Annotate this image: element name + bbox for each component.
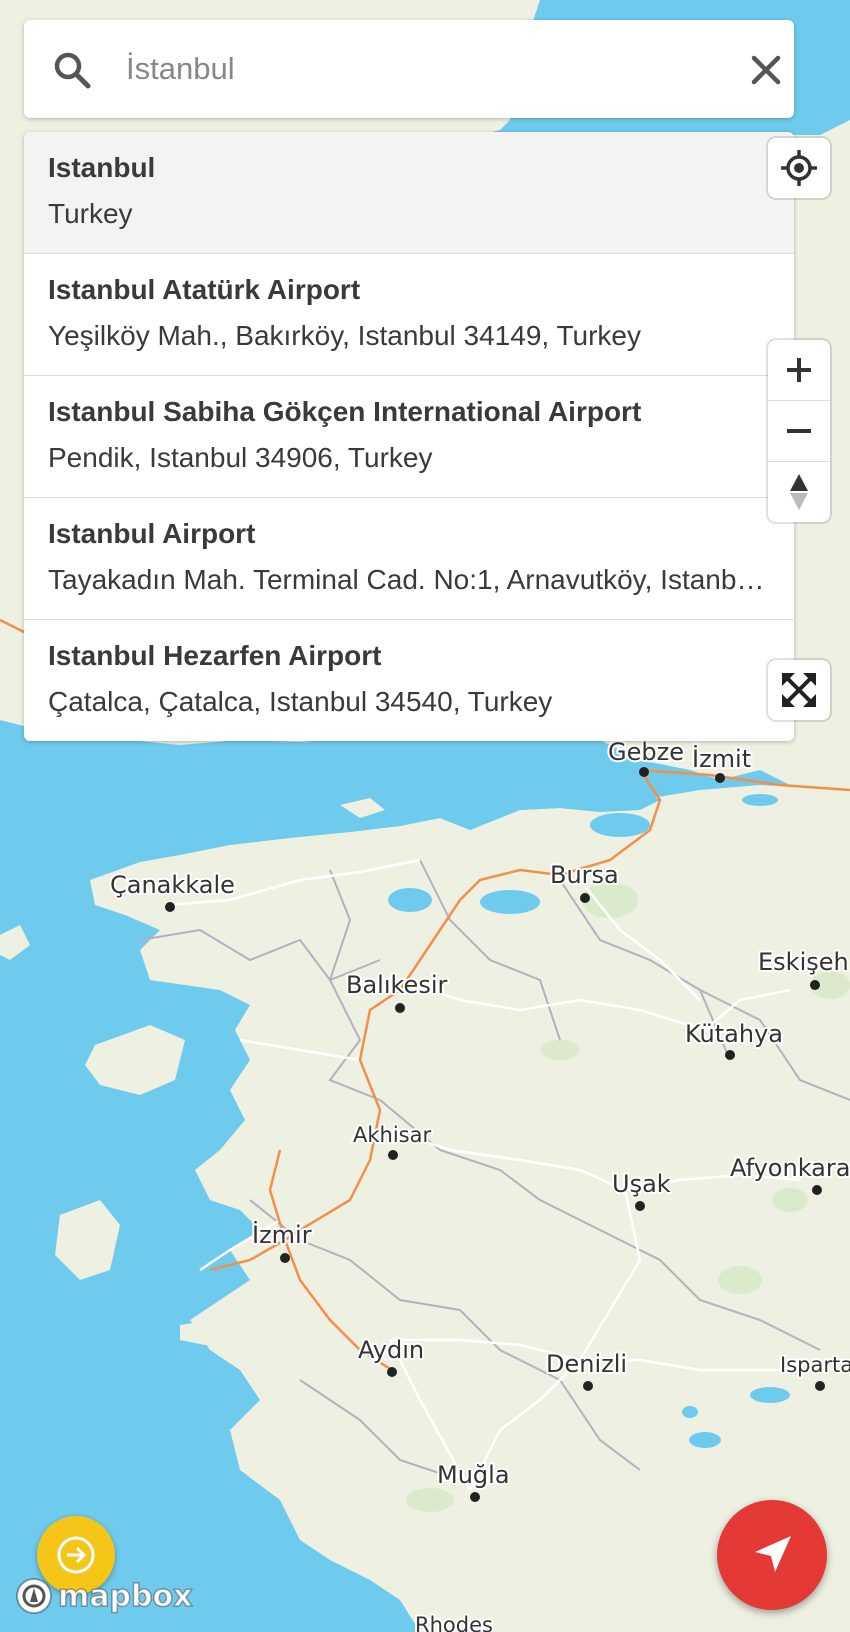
- search-result-item[interactable]: Istanbul Hezarfen Airport Çatalca, Çatal…: [24, 620, 794, 741]
- zoom-control: [768, 340, 830, 522]
- search-icon: [54, 52, 91, 89]
- city-label-bursa: Bursa: [550, 861, 619, 889]
- mapbox-icon: [16, 1578, 52, 1614]
- result-address: Çatalca, Çatalca, Istanbul 34540, Turkey: [48, 686, 553, 717]
- city-dot-eskisehir: [810, 980, 820, 990]
- navigate-button[interactable]: [717, 1500, 827, 1610]
- lake-manyas: [388, 888, 432, 912]
- city-label-mugla: Muğla: [437, 1461, 510, 1489]
- result-title: Istanbul Atatürk Airport: [48, 274, 361, 305]
- search-input[interactable]: [126, 44, 716, 94]
- lake-uluabat: [480, 890, 540, 914]
- result-title: Istanbul: [48, 152, 156, 183]
- city-dot-gebze: [639, 767, 649, 777]
- minus-icon: [787, 429, 811, 433]
- compass-icon: [790, 474, 808, 510]
- city-dot-mugla: [470, 1492, 480, 1502]
- lake-iznik: [590, 813, 650, 837]
- geolocate-button[interactable]: [768, 138, 830, 198]
- search-bar: [24, 20, 794, 118]
- city-label-balikesir: Balıkesir: [346, 971, 447, 999]
- city-label-usak: Uşak: [612, 1170, 671, 1198]
- search-result-item[interactable]: Istanbul Turkey: [24, 132, 794, 254]
- city-dot-balikesir: [395, 1003, 405, 1013]
- city-label-eskisehir: Eskişeh: [758, 948, 849, 976]
- fullscreen-button[interactable]: [768, 660, 830, 720]
- navigation-arrow-icon: [755, 1536, 791, 1572]
- fullscreen-icon: [782, 673, 816, 707]
- fullscreen-control: [768, 660, 830, 720]
- result-title: Istanbul Airport: [48, 518, 256, 549]
- search-result-item[interactable]: Istanbul Airport Tayakadın Mah. Terminal…: [24, 498, 794, 620]
- result-title: Istanbul Sabiha Gökçen International Air…: [48, 396, 642, 427]
- city-dot-akhisar: [388, 1150, 398, 1160]
- mapbox-wordmark: mapbox: [57, 1578, 193, 1615]
- close-icon[interactable]: [746, 50, 786, 90]
- city-dot-canakkale: [165, 902, 175, 912]
- city-label-aydin: Aydın: [358, 1336, 424, 1364]
- city-label-izmir: İzmir: [252, 1220, 312, 1249]
- lake-salda: [682, 1406, 698, 1418]
- geolocate-control: [768, 138, 830, 198]
- result-address: Turkey: [48, 198, 133, 229]
- city-label-izmit: İzmit: [692, 744, 751, 773]
- result-address: Tayakadın Mah. Terminal Cad. No:1, Arnav…: [48, 564, 768, 595]
- city-label-kutahya: Kütahya: [685, 1020, 783, 1048]
- search-result-item[interactable]: Istanbul Atatürk Airport Yeşilköy Mah., …: [24, 254, 794, 376]
- lake-burdur: [689, 1432, 721, 1448]
- mapbox-logo[interactable]: mapbox: [14, 1574, 193, 1618]
- city-dot-afyon: [812, 1185, 822, 1195]
- zoom-out-button[interactable]: [768, 401, 830, 462]
- search-results-list: Istanbul Turkey Istanbul Atatürk Airport…: [24, 132, 794, 741]
- plus-icon: [787, 358, 811, 382]
- lake-sapanca: [742, 794, 778, 806]
- compass-button[interactable]: [768, 462, 830, 522]
- result-address: Yeşilköy Mah., Bakırköy, Istanbul 34149,…: [48, 320, 641, 351]
- city-dot-bursa: [580, 893, 590, 903]
- city-label-gebze: Gebze: [608, 738, 684, 766]
- zoom-in-button[interactable]: [768, 340, 830, 401]
- city-dot-kutahya: [725, 1050, 735, 1060]
- city-dot-izmit: [715, 773, 725, 783]
- city-label-akhisar: Akhisar: [353, 1123, 431, 1147]
- city-label-canakkale: Çanakkale: [110, 871, 235, 899]
- result-address: Pendik, Istanbul 34906, Turkey: [48, 442, 433, 473]
- city-dot-denizli: [583, 1381, 593, 1391]
- city-label-rhodes: Rhodes: [415, 1613, 493, 1632]
- result-title: Istanbul Hezarfen Airport: [48, 640, 382, 671]
- city-dot-aydin: [387, 1367, 397, 1377]
- arrow-right-icon: [57, 1536, 95, 1574]
- search-result-item[interactable]: Istanbul Sabiha Gökçen International Air…: [24, 376, 794, 498]
- city-dot-izmir: [280, 1253, 290, 1263]
- city-label-denizli: Denizli: [546, 1350, 627, 1378]
- lake-egirdir: [750, 1387, 790, 1403]
- city-dot-usak: [635, 1201, 645, 1211]
- city-label-afyonkarahisar: Afyonkarah: [730, 1154, 850, 1182]
- city-label-isparta: Isparta: [780, 1353, 850, 1377]
- city-dot-isparta: [815, 1381, 825, 1391]
- crosshair-icon: [781, 150, 817, 186]
